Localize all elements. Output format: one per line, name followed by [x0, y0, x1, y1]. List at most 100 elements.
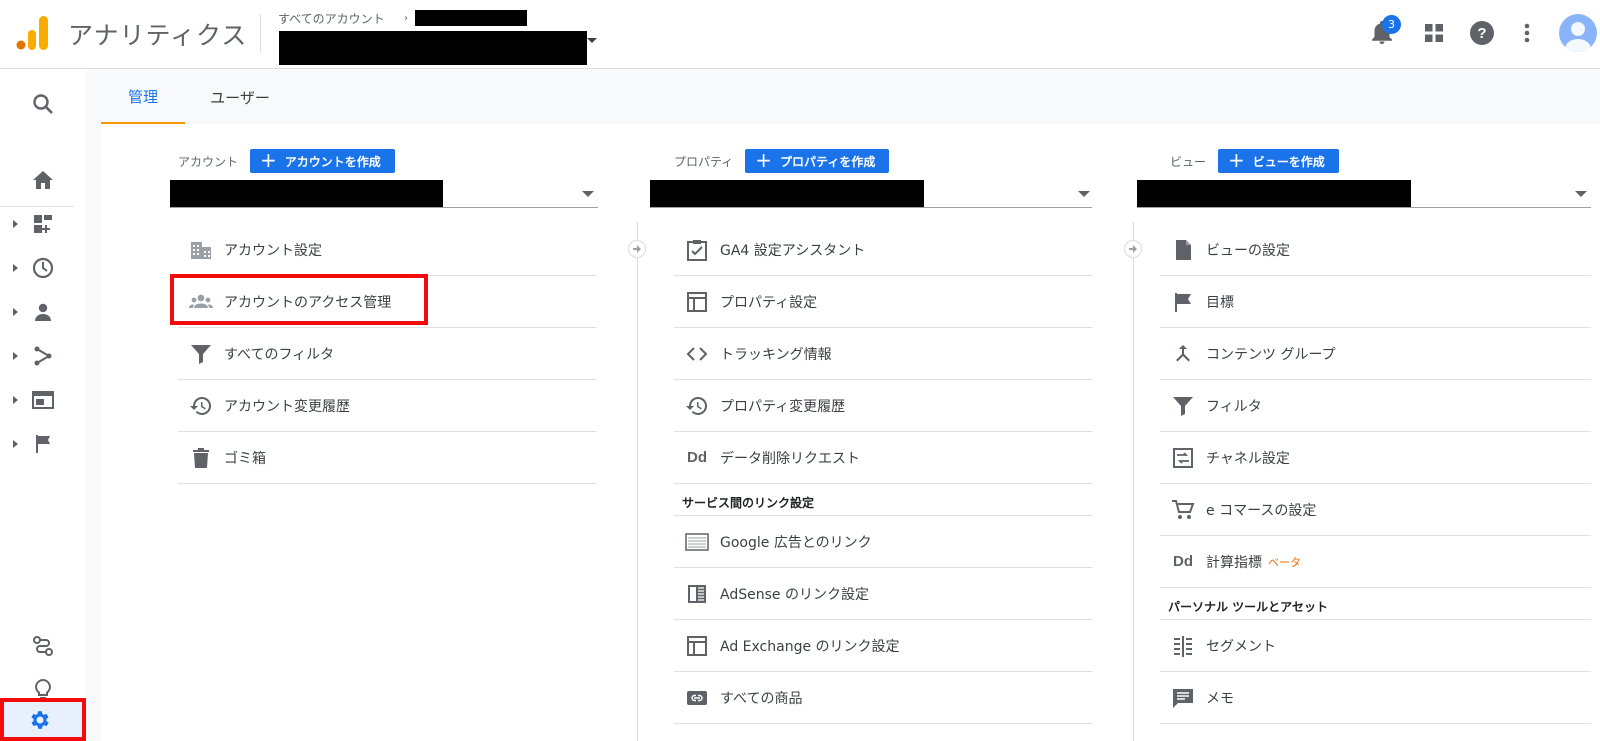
avatar-icon[interactable]	[1559, 14, 1597, 52]
segment-icon	[1160, 634, 1206, 658]
data-deletion-requests-item[interactable]: Dd データ削除リクエスト	[674, 432, 1092, 484]
content-grouping-item[interactable]: コンテンツ グループ	[1160, 328, 1591, 380]
menu-label: すべての商品	[720, 690, 803, 707]
comment-icon	[1160, 686, 1206, 710]
attribution-icon[interactable]	[0, 626, 86, 666]
channel-settings-item[interactable]: チャネル設定	[1160, 432, 1591, 484]
property-menu: GA4 設定アシスタント プロパティ設定 トラッキング情報 プロパティ変更履歴 …	[674, 224, 1092, 724]
expand-arrow-icon	[13, 264, 18, 272]
filter-icon	[178, 342, 224, 366]
menu-label: e コマースの設定	[1206, 502, 1317, 519]
menu-label: セグメント	[1206, 638, 1276, 655]
view-selector[interactable]	[1137, 180, 1591, 208]
menu-label: Ad Exchange のリンク設定	[720, 638, 900, 655]
annotations-item[interactable]: メモ	[1160, 672, 1591, 724]
apps-grid-icon[interactable]	[1419, 18, 1449, 48]
google-ads-linking-item[interactable]: Google 広告とのリンク	[674, 516, 1092, 568]
expand-arrow-icon	[13, 396, 18, 404]
view-settings-item[interactable]: ビューの設定	[1160, 224, 1591, 276]
help-icon[interactable]: ?	[1467, 18, 1497, 48]
menu-label: アカウント変更履歴	[224, 398, 350, 415]
menu-label: チャネル設定	[1206, 450, 1290, 467]
menu-label: コンテンツ グループ	[1206, 346, 1336, 363]
dropdown-caret-icon	[582, 191, 594, 197]
clock-icon[interactable]	[0, 248, 86, 288]
menu-label: データ削除リクエスト	[720, 450, 860, 467]
property-selector[interactable]	[650, 180, 1092, 208]
analytics-logo-icon[interactable]	[16, 16, 48, 50]
app-title: アナリティクス	[68, 21, 248, 50]
goals-item[interactable]: 目標	[1160, 276, 1591, 328]
product-linking-section-title: サービス間のリンク設定	[674, 484, 1092, 516]
code-icon	[674, 342, 720, 366]
redacted-property	[650, 180, 924, 207]
dd-icon: Dd	[687, 449, 707, 466]
search-icon[interactable]	[0, 84, 86, 124]
chevron-right-icon: ›	[404, 13, 408, 24]
view-menu: ビューの設定 目標 コンテンツ グループ フィルタ チャネル設定 e コマースの…	[1160, 224, 1591, 724]
layout-icon	[674, 290, 720, 314]
dropdown-caret-icon	[1078, 191, 1090, 197]
dd-icon: Dd	[1173, 553, 1193, 570]
menu-label: Google 広告とのリンク	[720, 534, 872, 551]
plus-icon: +	[1228, 148, 1245, 172]
admin-gear-button[interactable]	[0, 698, 86, 741]
account-change-history-item[interactable]: アカウント変更履歴	[178, 380, 596, 432]
menu-label: アカウント設定	[224, 242, 322, 259]
plus-icon: +	[260, 148, 277, 172]
person-icon[interactable]	[0, 292, 86, 332]
tab-admin[interactable]: 管理	[101, 70, 185, 124]
create-property-button[interactable]: + プロパティを作成	[745, 149, 890, 173]
dropdown-caret-icon	[1575, 191, 1587, 197]
menu-label: フィルタ	[1206, 398, 1262, 415]
account-dropdown-caret-icon[interactable]	[587, 38, 597, 43]
segments-item[interactable]: セグメント	[1160, 620, 1591, 672]
more-vert-icon[interactable]	[1512, 18, 1542, 48]
filters-item[interactable]: フィルタ	[1160, 380, 1591, 432]
create-account-button[interactable]: + アカウントを作成	[250, 149, 395, 173]
highlight-box	[170, 274, 428, 325]
menu-label: 目標	[1206, 294, 1234, 311]
redacted-view-name[interactable]	[279, 31, 587, 65]
document-icon	[1160, 238, 1206, 262]
behavior-icon[interactable]	[0, 380, 86, 420]
all-filters-item[interactable]: すべてのフィルタ	[178, 328, 596, 380]
layout-icon	[674, 634, 720, 658]
top-header: アナリティクス すべてのアカウント › 3 ?	[0, 0, 1600, 69]
account-settings-item[interactable]: アカウント設定	[178, 224, 596, 276]
menu-label: プロパティ変更履歴	[720, 398, 846, 415]
property-column-header: プロパティ + プロパティを作成	[674, 149, 890, 173]
account-menu: アカウント設定 アカウントのアクセス管理 すべてのフィルタ アカウント変更履歴 …	[178, 224, 596, 484]
adsense-linking-item[interactable]: AdSense のリンク設定	[674, 568, 1092, 620]
account-selector[interactable]	[170, 180, 598, 208]
arrow-right-circle-icon	[1124, 240, 1142, 258]
view-column-label: ビュー	[1170, 154, 1207, 169]
redacted-view	[1137, 180, 1411, 207]
tracking-info-item[interactable]: トラッキング情報	[674, 328, 1092, 380]
account-selector-label[interactable]: すべてのアカウント	[278, 10, 385, 27]
trash-icon	[178, 446, 224, 470]
property-change-history-item[interactable]: プロパティ変更履歴	[674, 380, 1092, 432]
menu-label: 計算指標	[1206, 554, 1262, 571]
expand-arrow-icon	[13, 440, 18, 448]
all-products-item[interactable]: すべての商品	[674, 672, 1092, 724]
dashboard-icon[interactable]	[0, 204, 86, 244]
trash-item[interactable]: ゴミ箱	[178, 432, 596, 484]
notifications-badge: 3	[1382, 15, 1401, 34]
acquisition-icon[interactable]	[0, 336, 86, 376]
menu-label: メモ	[1206, 690, 1234, 707]
calculated-metrics-item[interactable]: Dd 計算指標 ベータ	[1160, 536, 1591, 588]
flag-icon[interactable]	[0, 424, 86, 464]
home-icon[interactable]	[0, 160, 86, 200]
ga4-setup-assistant-item[interactable]: GA4 設定アシスタント	[674, 224, 1092, 276]
ad-exchange-linking-item[interactable]: Ad Exchange のリンク設定	[674, 620, 1092, 672]
tab-user[interactable]: ユーザー	[195, 70, 285, 124]
property-settings-item[interactable]: プロパティ設定	[674, 276, 1092, 328]
column-divider	[637, 222, 638, 741]
arrow-right-circle-icon	[628, 240, 646, 258]
history-icon	[674, 394, 720, 418]
ads-icon	[674, 530, 720, 554]
ecommerce-settings-item[interactable]: e コマースの設定	[1160, 484, 1591, 536]
menu-label: プロパティ設定	[720, 294, 818, 311]
create-view-button[interactable]: + ビューを作成	[1218, 149, 1339, 173]
